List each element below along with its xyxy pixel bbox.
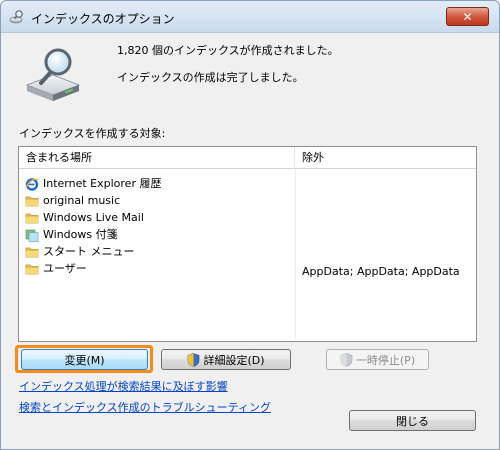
troubleshoot-link[interactable]: 検索とインデックス作成のトラブルシューティング — [19, 399, 271, 415]
indexing-options-icon — [9, 10, 23, 24]
pause-button-label: 一時停止(P) — [355, 353, 416, 367]
list-item-label: Windows Live Mail — [43, 211, 144, 224]
folder-icon — [25, 213, 39, 223]
close-button-label: 閉じる — [396, 414, 429, 428]
list-item-label: ユーザー — [43, 262, 87, 275]
indexing-options-window: インデックスのオプション ✕ 1,820 個のインデックスが作成されました。 イ… — [0, 0, 500, 450]
column-divider — [295, 169, 296, 339]
list-item-label: スタート メニュー — [43, 245, 135, 258]
list-item-label: Internet Explorer 履歴 — [43, 177, 162, 190]
list-item[interactable]: Windows 付箋 — [25, 226, 118, 243]
modify-button[interactable]: 変更(M) — [21, 349, 148, 370]
list-item[interactable]: Internet Explorer 履歴 — [25, 175, 161, 192]
list-item[interactable]: ユーザー — [25, 260, 87, 277]
indexed-locations-list[interactable]: 含まれる場所 除外 Internet Explorer 履歴 original … — [18, 146, 477, 342]
indexing-status-text: インデックスの作成は完了しました。 — [117, 71, 304, 84]
modify-button-label: 変更(M) — [64, 353, 105, 367]
exclude-value: AppData; AppData; AppData — [302, 265, 460, 278]
sticky-notes-icon — [25, 229, 39, 242]
internet-explorer-icon — [25, 177, 39, 191]
title-bar[interactable]: インデックスのオプション ✕ — [1, 1, 499, 33]
advanced-button[interactable]: 詳細設定(D) — [161, 349, 291, 370]
uac-shield-icon — [340, 352, 353, 367]
list-item[interactable]: original music — [25, 192, 120, 209]
list-item-label: Windows 付箋 — [43, 228, 118, 241]
list-item[interactable]: Windows Live Mail — [25, 209, 144, 226]
folder-icon — [25, 247, 39, 257]
list-item[interactable]: スタート メニュー — [25, 243, 135, 260]
advanced-button-label: 詳細設定(D) — [203, 353, 265, 367]
close-icon: ✕ — [462, 9, 473, 24]
list-item-label: original music — [43, 194, 121, 207]
close-window-button[interactable]: ✕ — [446, 7, 489, 26]
indexing-impact-link[interactable]: インデックス処理が検索結果に及ぼす影響 — [19, 378, 228, 394]
pause-button[interactable]: 一時停止(P) — [326, 349, 429, 370]
folder-icon — [25, 196, 39, 206]
indexed-locations-label: インデックスを作成する対象: — [19, 127, 166, 140]
exclude-header[interactable]: 除外 — [295, 147, 476, 169]
uac-shield-icon — [188, 352, 200, 367]
window-title: インデックスのオプション — [31, 12, 175, 26]
disk-magnifier-icon — [25, 48, 81, 101]
folder-icon — [25, 264, 39, 274]
included-locations-header[interactable]: 含まれる場所 — [19, 147, 295, 169]
indexed-count-text: 1,820 個のインデックスが作成されました。 — [117, 44, 339, 57]
close-button[interactable]: 閉じる — [349, 410, 476, 431]
